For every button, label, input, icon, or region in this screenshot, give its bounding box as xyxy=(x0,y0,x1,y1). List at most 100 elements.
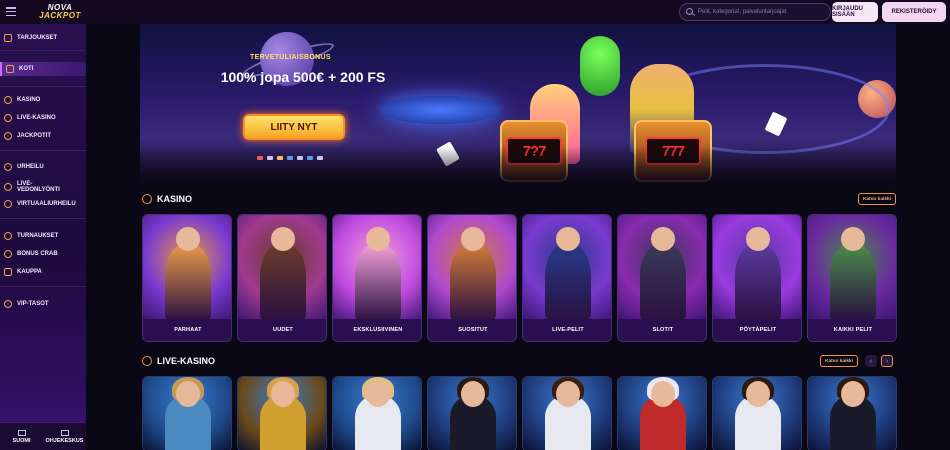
dealer-head xyxy=(176,381,200,407)
live-table-card[interactable] xyxy=(332,376,422,450)
live-table-card[interactable] xyxy=(522,376,612,450)
sidebar-divider xyxy=(0,286,86,287)
sidebar-item-label: LIVE-KASINO xyxy=(17,115,56,121)
sidebar-item-label: KOTI xyxy=(19,66,34,72)
search-input[interactable]: Pelit, kategoriat, palveluntarjoajat xyxy=(679,3,831,21)
category-label: UUDET xyxy=(238,319,326,341)
gift-icon xyxy=(4,34,12,42)
category-figure-head xyxy=(366,227,390,251)
next-arrow-button[interactable]: › xyxy=(881,355,893,367)
category-figure xyxy=(450,245,496,321)
sidebar-item-bonus-crab[interactable]: BONUS CRAB xyxy=(4,248,58,260)
section-title-text: KASINO xyxy=(157,194,193,204)
sidebar-item-tournaments[interactable]: TURNAUKSET xyxy=(4,230,58,242)
category-figure xyxy=(545,245,591,321)
dealer-head xyxy=(556,381,580,407)
sidebar-item-label: VIRTUAALIURHEILU xyxy=(17,201,76,207)
join-now-button[interactable]: LIITY NYT xyxy=(243,114,345,140)
live-icon xyxy=(142,356,152,366)
live-icon xyxy=(4,114,12,122)
casino-category-card[interactable]: UUDET xyxy=(237,214,327,342)
hero-fade xyxy=(140,146,896,186)
sidebar-item-label: KASINO xyxy=(17,97,41,103)
sidebar-item-shop[interactable]: KAUPPA xyxy=(4,266,42,278)
menu-icon[interactable] xyxy=(6,7,16,16)
category-label: SUOSITUT xyxy=(428,319,516,341)
ufo-decoration xyxy=(380,96,500,124)
section-title-live-casino: LIVE-KASINO xyxy=(142,354,215,368)
category-label: SLOTIT xyxy=(618,319,706,341)
dealer-head xyxy=(651,381,675,407)
crab-icon xyxy=(4,250,12,258)
sidebar-item-jackpots[interactable]: JACKPOTIT xyxy=(4,130,51,142)
casino-category-card[interactable]: SLOTIT xyxy=(617,214,707,342)
dealer-head xyxy=(461,381,485,407)
hero-subtitle: TERVETULIAISBONUS xyxy=(250,54,331,61)
main-content: 7?7 777 TERVETULIAISBONUS 100% jopa 500€… xyxy=(86,24,950,450)
live-table-card[interactable] xyxy=(427,376,517,450)
section-title-casino: KASINO xyxy=(142,192,192,206)
payment-icon xyxy=(277,156,283,160)
casino-category-card[interactable]: PARHAAT xyxy=(142,214,232,342)
prev-arrow-button[interactable]: ‹ xyxy=(865,355,877,367)
category-figure xyxy=(830,245,876,321)
category-figure-head xyxy=(841,227,865,251)
sidebar-item-casino[interactable]: KASINO xyxy=(4,94,40,106)
sidebar-item-live-betting[interactable]: LIVE-VEDONLYÖNTI xyxy=(4,179,64,195)
tournament-icon xyxy=(4,232,12,240)
hero-banner[interactable]: 7?7 777 TERVETULIAISBONUS 100% jopa 500€… xyxy=(140,24,896,186)
dealer-head xyxy=(746,381,770,407)
see-all-casino-button[interactable]: Katso kaikki xyxy=(858,193,896,205)
sidebar-item-virtual-sports[interactable]: VIRTUAALIURHEILU xyxy=(4,198,76,210)
casino-category-card[interactable]: LIVE-PELIT xyxy=(522,214,612,342)
register-button[interactable]: REKISTERÖIDY xyxy=(882,2,946,22)
casino-category-card[interactable]: SUOSITUT xyxy=(427,214,517,342)
category-figure xyxy=(735,245,781,321)
casino-category-card[interactable]: PÖYTÄPELIT xyxy=(712,214,802,342)
category-figure xyxy=(355,245,401,321)
category-figure-head xyxy=(461,227,485,251)
help-label: OHJEKESKUS xyxy=(45,437,84,444)
hero-title: 100% jopa 500€ + 200 FS xyxy=(220,69,386,85)
sidebar-item-label: TURNAUKSET xyxy=(17,233,59,239)
category-artwork xyxy=(333,215,421,321)
live-table-card[interactable] xyxy=(807,376,897,450)
sidebar-item-label: TARJOUKSET xyxy=(17,35,58,41)
category-label: EKSKLUSIIVINEN xyxy=(333,319,421,341)
live-table-card[interactable] xyxy=(142,376,232,450)
casino-chip-icon xyxy=(4,96,12,104)
sidebar-item-sports[interactable]: URHEILU xyxy=(4,161,44,173)
casino-category-card[interactable]: EKSKLUSIIVINEN xyxy=(332,214,422,342)
live-table-card[interactable] xyxy=(237,376,327,450)
home-icon xyxy=(6,65,14,73)
login-button[interactable]: KIRJAUDU SISÄÄN xyxy=(832,2,878,22)
payment-icon xyxy=(297,156,303,160)
category-figure xyxy=(640,245,686,321)
category-figure-head xyxy=(176,227,200,251)
payment-icon xyxy=(307,156,313,160)
category-figure-head xyxy=(271,227,295,251)
live-table-card[interactable] xyxy=(617,376,707,450)
sidebar-divider xyxy=(0,218,86,219)
sidebar-item-offers[interactable]: TARJOUKSET xyxy=(4,32,57,44)
help-center-button[interactable]: OHJEKESKUS xyxy=(43,423,86,450)
language-selector[interactable]: SUOMI xyxy=(0,423,43,450)
category-label: PARHAAT xyxy=(143,319,231,341)
sidebar-item-label: BONUS CRAB xyxy=(17,251,58,257)
category-label: KAIKKI PELIT xyxy=(808,319,896,341)
sidebar-divider xyxy=(0,86,86,87)
sidebar-item-home[interactable]: KOTI xyxy=(0,62,86,76)
alien-character xyxy=(580,36,620,96)
sidebar-item-live-casino[interactable]: LIVE-KASINO xyxy=(4,112,56,124)
search-icon xyxy=(686,8,693,15)
casino-category-card[interactable]: KAIKKI PELIT xyxy=(807,214,897,342)
live-table-card[interactable] xyxy=(712,376,802,450)
category-artwork xyxy=(523,215,611,321)
see-all-live-button[interactable]: Katso kaikki xyxy=(820,355,858,367)
sidebar-divider xyxy=(0,50,86,51)
shop-icon xyxy=(4,268,12,276)
sidebar-item-vip[interactable]: VIP-TASOT xyxy=(4,298,49,310)
logo[interactable]: NOVA JACKPOT xyxy=(24,2,96,22)
search-placeholder: Pelit, kategoriat, palveluntarjoajat xyxy=(698,9,787,15)
sidebar-divider xyxy=(0,150,86,151)
